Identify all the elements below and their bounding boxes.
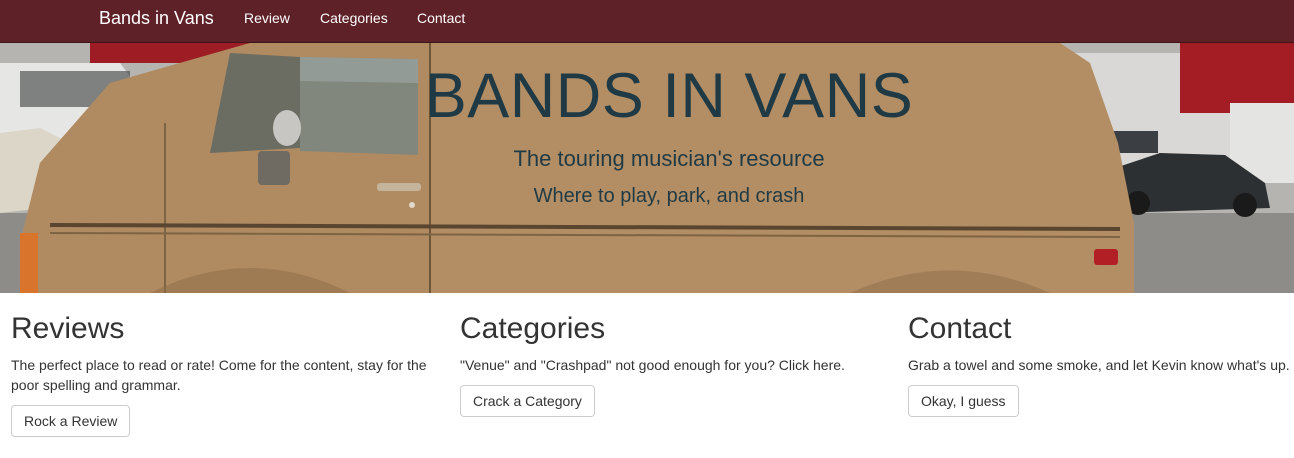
nav-link-review[interactable]: Review <box>244 10 290 26</box>
reviews-section: Reviews The perfect place to read or rat… <box>11 310 441 437</box>
categories-description: "Venue" and "Crashpad" not good enough f… <box>460 357 845 373</box>
okay-i-guess-button[interactable]: Okay, I guess <box>908 385 1019 417</box>
contact-heading: Contact <box>908 312 1012 345</box>
contact-description: Grab a towel and some smoke, and let Kev… <box>908 357 1290 373</box>
brand-link[interactable]: Bands in Vans <box>99 8 214 29</box>
hero-banner: BANDS IN VANS The touring musician's res… <box>0 43 1294 293</box>
categories-heading: Categories <box>460 312 606 345</box>
hero-subtitle: The touring musician's resource <box>513 146 825 171</box>
nav-link-categories[interactable]: Categories <box>320 10 388 26</box>
nav-link-contact[interactable]: Contact <box>417 10 465 26</box>
crack-a-category-button[interactable]: Crack a Category <box>460 385 595 417</box>
categories-section: Categories "Venue" and "Crashpad" not go… <box>460 310 890 417</box>
reviews-description: The perfect place to read or rate! Come … <box>11 357 427 393</box>
hero-title: BANDS IN VANS <box>424 61 914 131</box>
contact-section: Contact Grab a towel and some smoke, and… <box>908 310 1294 417</box>
hero-tagline: Where to play, park, and crash <box>533 185 805 207</box>
rock-a-review-button[interactable]: Rock a Review <box>11 405 131 437</box>
reviews-heading: Reviews <box>11 312 125 345</box>
top-navbar: Bands in Vans Review Categories Contact <box>0 0 1294 43</box>
